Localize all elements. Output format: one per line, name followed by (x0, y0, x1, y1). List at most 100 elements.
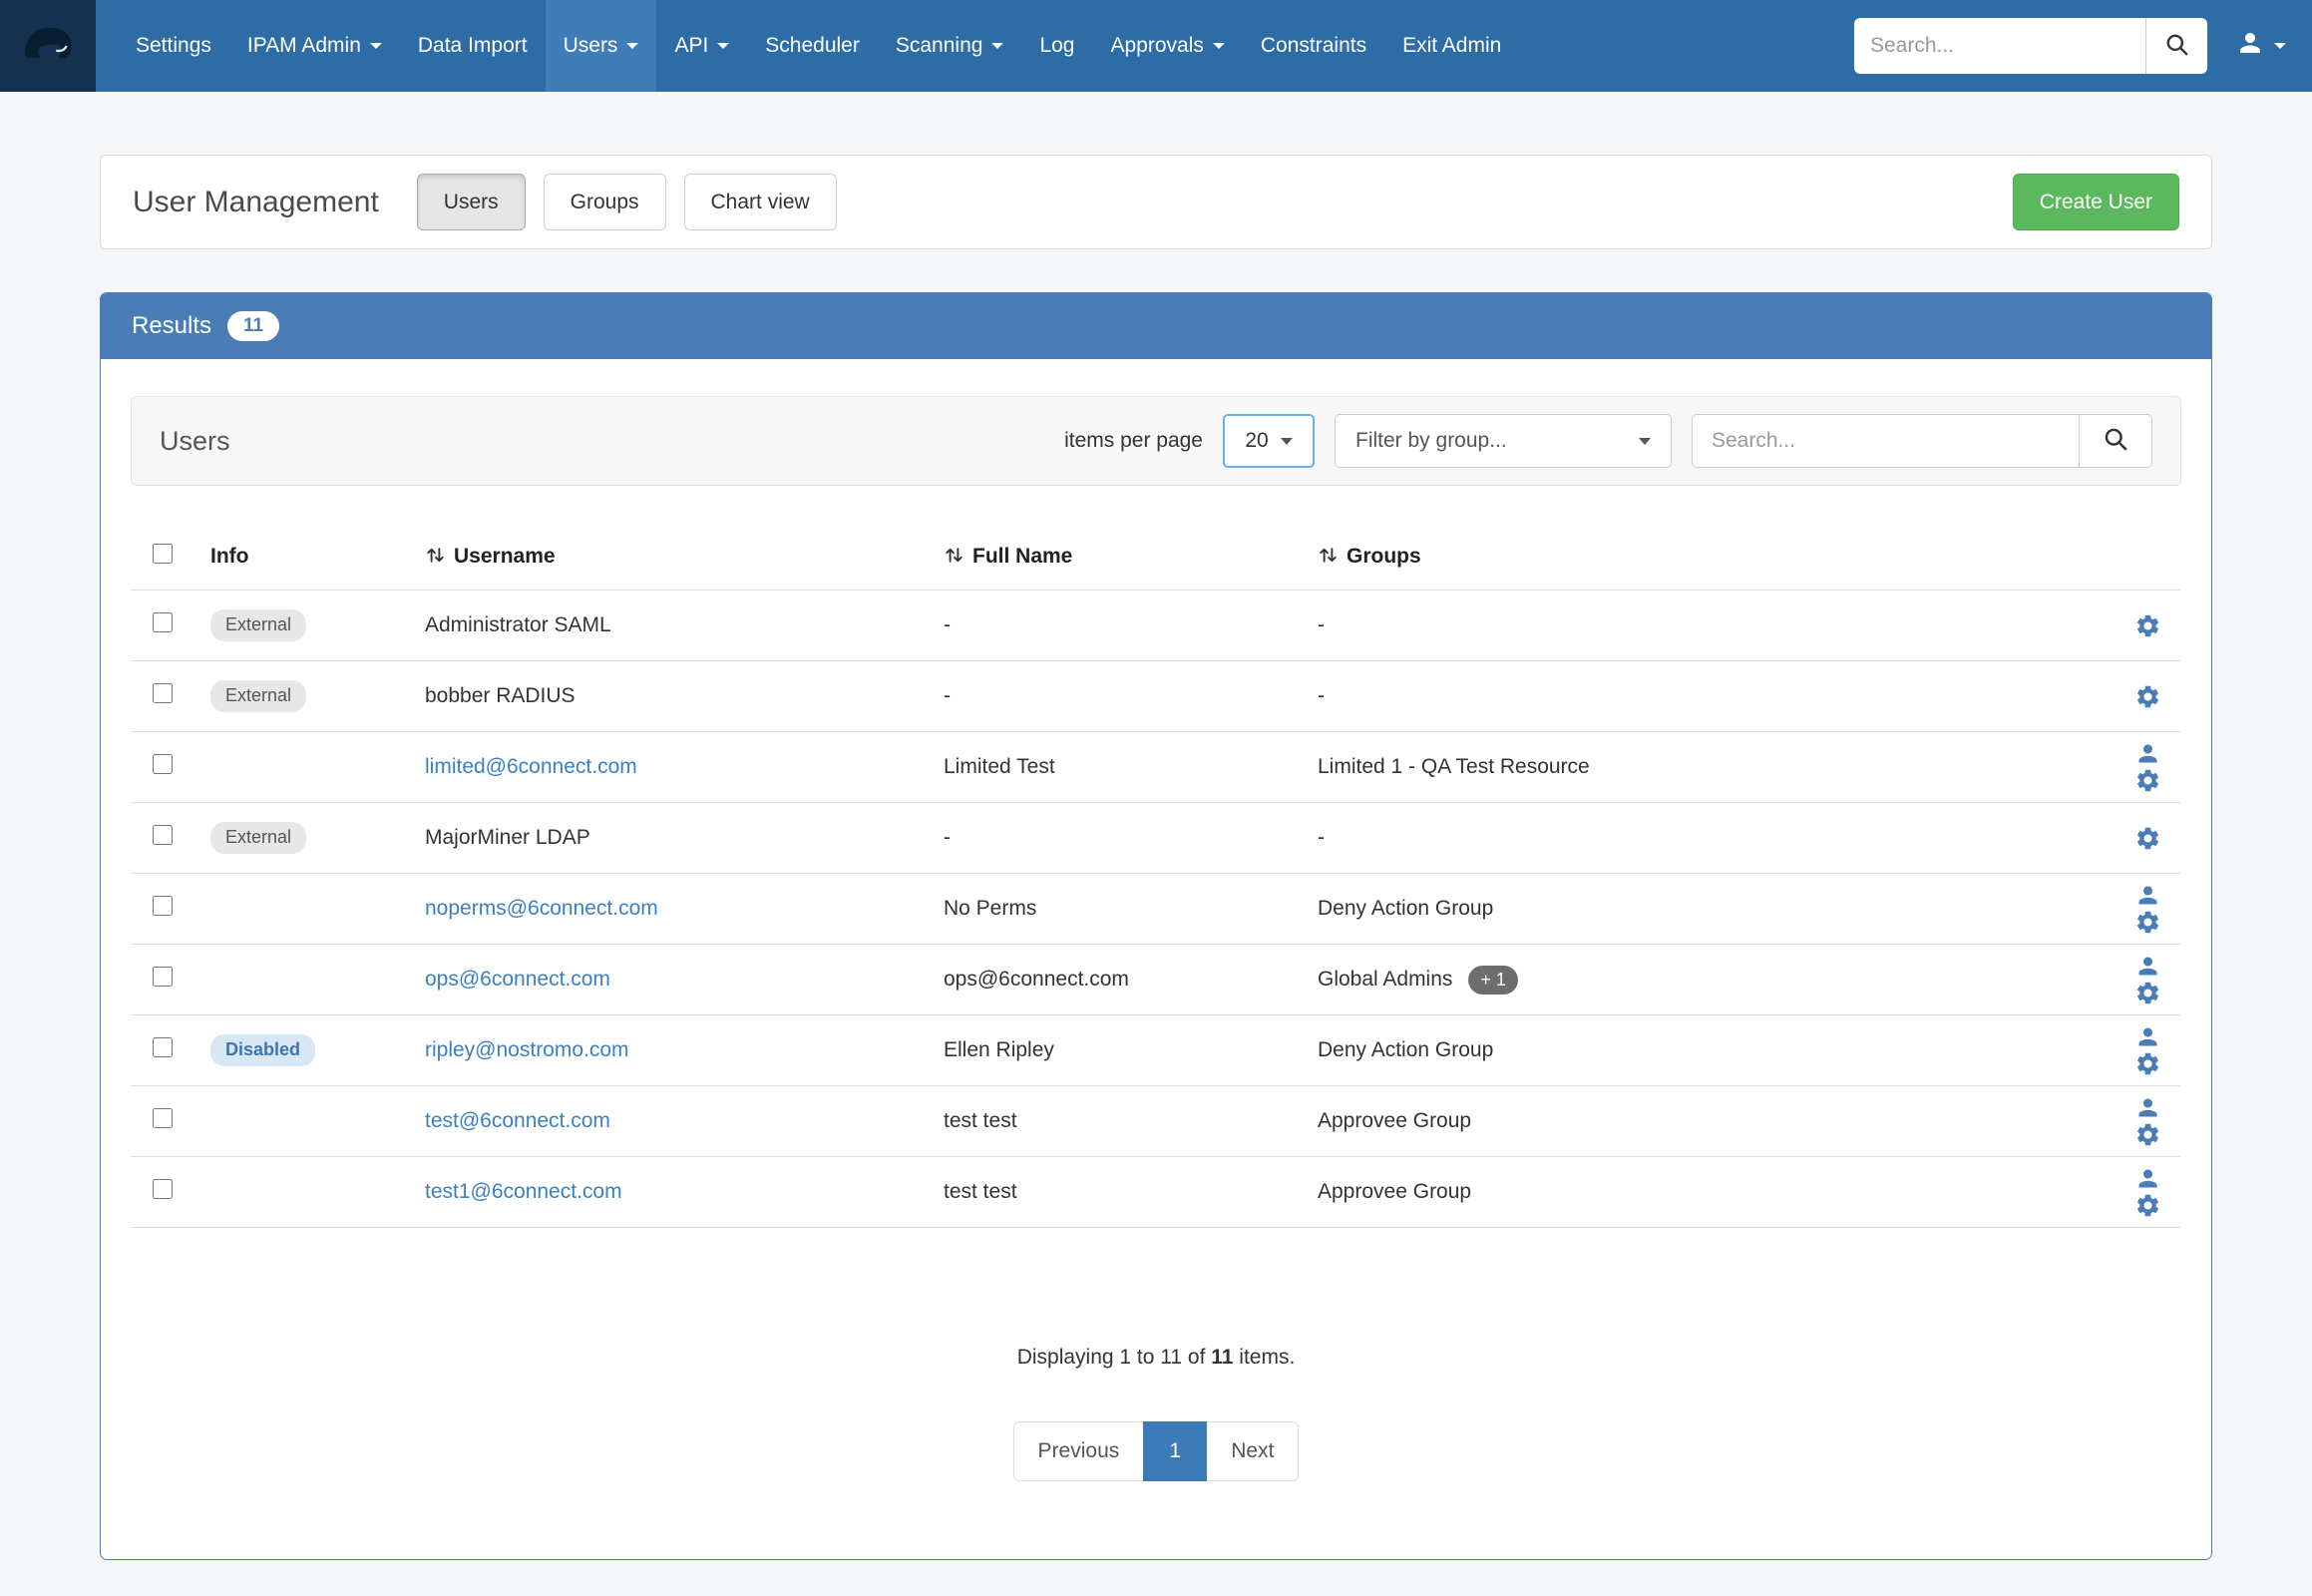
user-icon[interactable] (2134, 953, 2161, 980)
username-link[interactable]: limited@6connect.com (425, 755, 637, 778)
groups-text: Deny Action Group (1318, 897, 1493, 920)
chevron-down-icon (370, 43, 382, 49)
row-checkbox[interactable] (153, 1108, 173, 1128)
user-icon[interactable] (2134, 1023, 2161, 1050)
table-row: test1@6connect.comtest testApprovee Grou… (131, 1157, 2181, 1228)
user-icon[interactable] (2134, 1094, 2161, 1121)
row-checkbox[interactable] (153, 612, 173, 632)
username-text: Administrator SAML (425, 613, 611, 636)
groups-cell: Deny Action Group (1306, 874, 2067, 945)
navbar-search-button[interactable] (2145, 18, 2207, 74)
nav-item-api[interactable]: API (656, 0, 747, 92)
nav-item-scheduler[interactable]: Scheduler (747, 0, 878, 92)
gear-icon[interactable] (2134, 1121, 2161, 1148)
nav-item-settings[interactable]: Settings (118, 0, 229, 92)
column-header-full-name[interactable]: Full Name (932, 528, 1306, 591)
groups-cell: Global Admins+ 1 (1306, 945, 2067, 1015)
info-cell (198, 874, 413, 945)
nav-item-constraints[interactable]: Constraints (1243, 0, 1384, 92)
username-link[interactable]: ripley@nostromo.com (425, 1038, 629, 1061)
user-icon[interactable] (2134, 882, 2161, 909)
users-table-head-row: Info UsernameFull Name Groups (131, 528, 2181, 591)
filter-by-group-select[interactable]: Filter by group... (1335, 414, 1672, 468)
row-checkbox[interactable] (153, 1179, 173, 1199)
row-checkbox[interactable] (153, 896, 173, 916)
toolbar-controls: items per page 20 Filter by group... (1064, 414, 2152, 468)
column-label: Info (210, 545, 248, 568)
groups-extra-badge[interactable]: + 1 (1468, 966, 1518, 995)
info-cell (198, 1157, 413, 1228)
groups-text: Approvee Group (1318, 1109, 1471, 1132)
table-row: Disabledripley@nostromo.comEllen RipleyD… (131, 1015, 2181, 1086)
nav-item-label: Constraints (1261, 34, 1366, 58)
user-menu[interactable] (2235, 28, 2286, 64)
users-table-body: ExternalAdministrator SAML--Externalbobb… (131, 591, 2181, 1228)
column-header-groups[interactable]: Groups (1306, 528, 2067, 591)
user-icon[interactable] (2134, 740, 2161, 767)
groups-cell: - (1306, 591, 2067, 661)
items-per-page-select[interactable]: 20 (1223, 414, 1315, 468)
gear-icon[interactable] (2134, 980, 2161, 1006)
row-checkbox[interactable] (153, 825, 173, 845)
select-all-checkbox[interactable] (153, 544, 173, 564)
username-link[interactable]: test@6connect.com (425, 1109, 610, 1132)
nav-item-data-import[interactable]: Data Import (400, 0, 546, 92)
column-header-username[interactable]: Username (413, 528, 932, 591)
row-checkbox[interactable] (153, 683, 173, 703)
nav-item-label: API (674, 34, 708, 58)
nav-item-label: IPAM Admin (247, 34, 361, 58)
table-row: ops@6connect.comops@6connect.comGlobal A… (131, 945, 2181, 1015)
app-logo[interactable] (0, 0, 96, 92)
gear-icon[interactable] (2134, 909, 2161, 936)
nav-item-ipam-admin[interactable]: IPAM Admin (229, 0, 400, 92)
gear-icon[interactable] (2134, 1192, 2161, 1219)
info-badge: External (210, 609, 306, 641)
full-name-cell: test test (932, 1157, 1306, 1228)
username-text: bobber RADIUS (425, 684, 576, 707)
nav-item-label: Users (564, 34, 618, 58)
sort-icon (425, 545, 446, 566)
sort-icon (944, 545, 964, 566)
gear-icon[interactable] (2134, 767, 2161, 794)
column-header-info: Info (198, 528, 413, 591)
view-button-chart-view[interactable]: Chart view (684, 174, 837, 230)
gear-icon[interactable] (2134, 825, 2161, 852)
row-checkbox[interactable] (153, 1037, 173, 1057)
column-label: Groups (1347, 545, 1421, 568)
gear-icon[interactable] (2134, 612, 2161, 639)
navbar-search-input[interactable] (1854, 18, 2145, 74)
username-link[interactable]: ops@6connect.com (425, 968, 610, 991)
nav-item-label: Settings (136, 34, 211, 58)
table-row: noperms@6connect.comNo PermsDeny Action … (131, 874, 2181, 945)
nav-item-approvals[interactable]: Approvals (1092, 0, 1242, 92)
row-checkbox[interactable] (153, 754, 173, 774)
gear-icon[interactable] (2134, 683, 2161, 710)
actions-cell (2067, 874, 2181, 945)
username-link[interactable]: test1@6connect.com (425, 1180, 622, 1203)
nav-item-exit-admin[interactable]: Exit Admin (1384, 0, 1519, 92)
create-user-button[interactable]: Create User (2013, 174, 2179, 230)
pagination-next-button[interactable]: Next (1206, 1421, 1299, 1481)
pagination-page-1-button[interactable]: 1 (1143, 1421, 1207, 1481)
chevron-down-icon (1213, 43, 1225, 49)
username-link[interactable]: noperms@6connect.com (425, 897, 658, 920)
nav-item-users[interactable]: Users (546, 0, 657, 92)
view-button-users[interactable]: Users (417, 174, 526, 230)
users-table: Info UsernameFull Name Groups External Admi… (131, 528, 2181, 1228)
pagination-previous-button[interactable]: Previous (1013, 1421, 1145, 1481)
user-icon[interactable] (2134, 1165, 2161, 1192)
table-search-input[interactable] (1692, 414, 2079, 468)
full-name-cell: - (932, 661, 1306, 732)
row-checkbox[interactable] (153, 967, 173, 987)
info-cell: Disabled (198, 1015, 413, 1086)
nav-item-label: Approvals (1110, 34, 1203, 58)
gear-icon[interactable] (2134, 1050, 2161, 1077)
nav-item-log[interactable]: Log (1021, 0, 1092, 92)
nav-item-label: Scheduler (765, 34, 860, 58)
results-panel: Results 11 Users items per page 20 Filte… (100, 292, 2212, 1560)
nav-item-label: Scanning (896, 34, 983, 58)
nav-item-scanning[interactable]: Scanning (878, 0, 1022, 92)
table-search-button[interactable] (2079, 414, 2152, 468)
view-button-groups[interactable]: Groups (544, 174, 666, 230)
actions-cell (2067, 803, 2181, 874)
